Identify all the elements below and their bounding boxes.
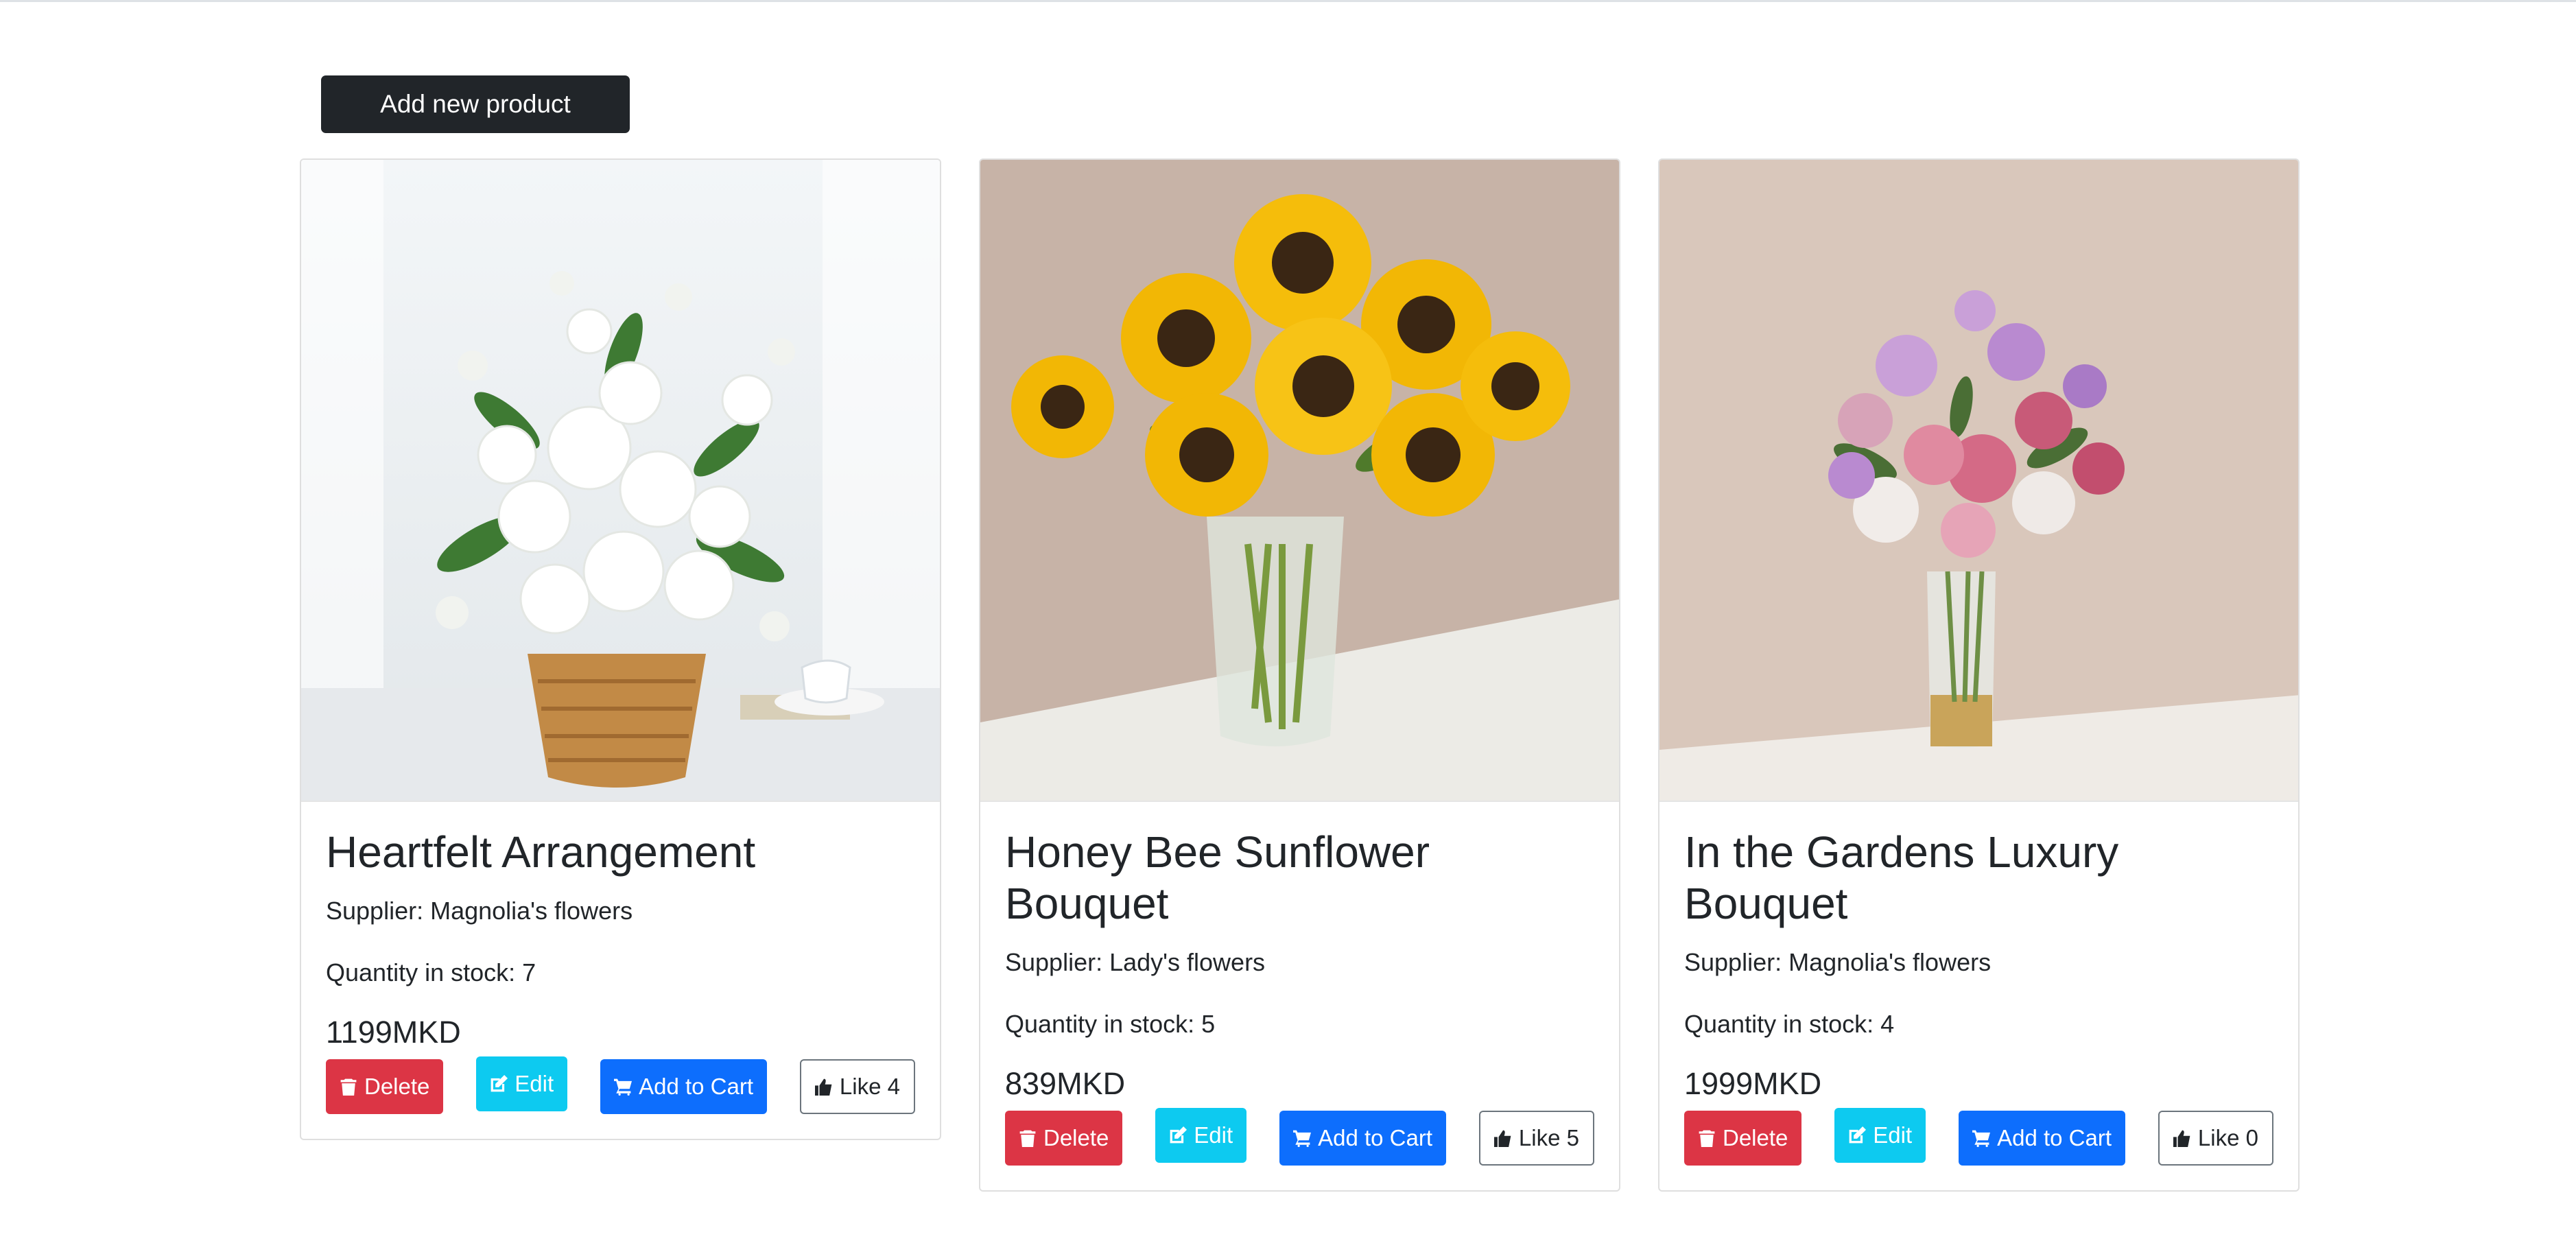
product-price: 1199MKD [326,1015,461,1050]
delete-button[interactable]: Delete [326,1059,444,1114]
trash-icon [1699,1130,1715,1147]
edit-label: Edit [515,1071,554,1096]
thumbs-up-icon [2173,1130,2190,1147]
add-new-product-button[interactable]: Add new product [321,75,630,133]
product-image [1659,160,2298,802]
trash-icon [340,1078,357,1096]
edit-icon [1170,1126,1187,1144]
product-image [980,160,1619,802]
product-title: Honey Bee Sunflower Bouquet [1005,827,1430,928]
add-to-cart-label: Add to Cart [639,1074,753,1099]
delete-label: Delete [1723,1125,1788,1150]
product-title: Heartfelt Arrangement [326,827,756,877]
delete-label: Delete [364,1074,430,1099]
delete-button[interactable]: Delete [1684,1111,1802,1166]
thumbs-up-icon [814,1078,832,1096]
cart-icon [1293,1130,1312,1147]
edit-icon [1849,1126,1867,1144]
product-image [301,160,940,802]
delete-label: Delete [1043,1125,1109,1150]
edit-button[interactable]: Edit [476,1056,568,1111]
thumbs-up-icon [1493,1130,1511,1147]
edit-label: Edit [1873,1122,1913,1148]
product-quantity: Quantity in stock: 7 [326,958,536,986]
trash-icon [1019,1130,1036,1147]
product-actions: Delete Edit Add to Cart Like 5 [1005,1108,1594,1167]
like-button[interactable]: Like 5 [1478,1111,1594,1166]
product-actions: Delete Edit Add to Cart Like 4 [326,1056,915,1115]
like-button[interactable]: Like 4 [799,1059,915,1114]
delete-button[interactable]: Delete [1005,1111,1123,1166]
product-actions: Delete Edit Add to Cart Like 0 [1684,1108,2273,1167]
like-button[interactable]: Like 0 [2158,1111,2273,1166]
add-to-cart-button[interactable]: Add to Cart [1959,1111,2125,1166]
add-to-cart-button[interactable]: Add to Cart [1279,1111,1446,1166]
top-divider [0,0,2576,2]
product-supplier: Supplier: Magnolia's flowers [326,897,633,925]
cart-icon [614,1078,633,1096]
edit-button[interactable]: Edit [1834,1108,1926,1163]
like-label: Like 5 [1518,1125,1579,1150]
add-to-cart-label: Add to Cart [1318,1125,1432,1150]
add-to-cart-button[interactable]: Add to Cart [600,1059,767,1114]
product-card: In the Gardens Luxury Bouquet Supplier: … [1658,158,2300,1192]
like-label: Like 0 [2197,1125,2258,1150]
product-title: In the Gardens Luxury Bouquet [1684,827,2119,928]
edit-label: Edit [1194,1122,1233,1148]
cart-icon [1972,1130,1991,1147]
product-price: 1999MKD [1684,1066,1822,1101]
edit-button[interactable]: Edit [1155,1108,1247,1163]
like-label: Like 4 [839,1074,900,1099]
product-quantity: Quantity in stock: 4 [1684,1010,1895,1038]
product-card: Heartfelt Arrangement Supplier: Magnolia… [300,158,941,1140]
product-supplier: Supplier: Lady's flowers [1005,948,1266,976]
edit-icon [491,1075,508,1092]
product-price: 839MKD [1005,1066,1126,1101]
product-supplier: Supplier: Magnolia's flowers [1684,948,1992,976]
add-to-cart-label: Add to Cart [1997,1125,2112,1150]
product-card: Honey Bee Sunflower Bouquet Supplier: La… [979,158,1620,1192]
product-quantity: Quantity in stock: 5 [1005,1010,1216,1038]
